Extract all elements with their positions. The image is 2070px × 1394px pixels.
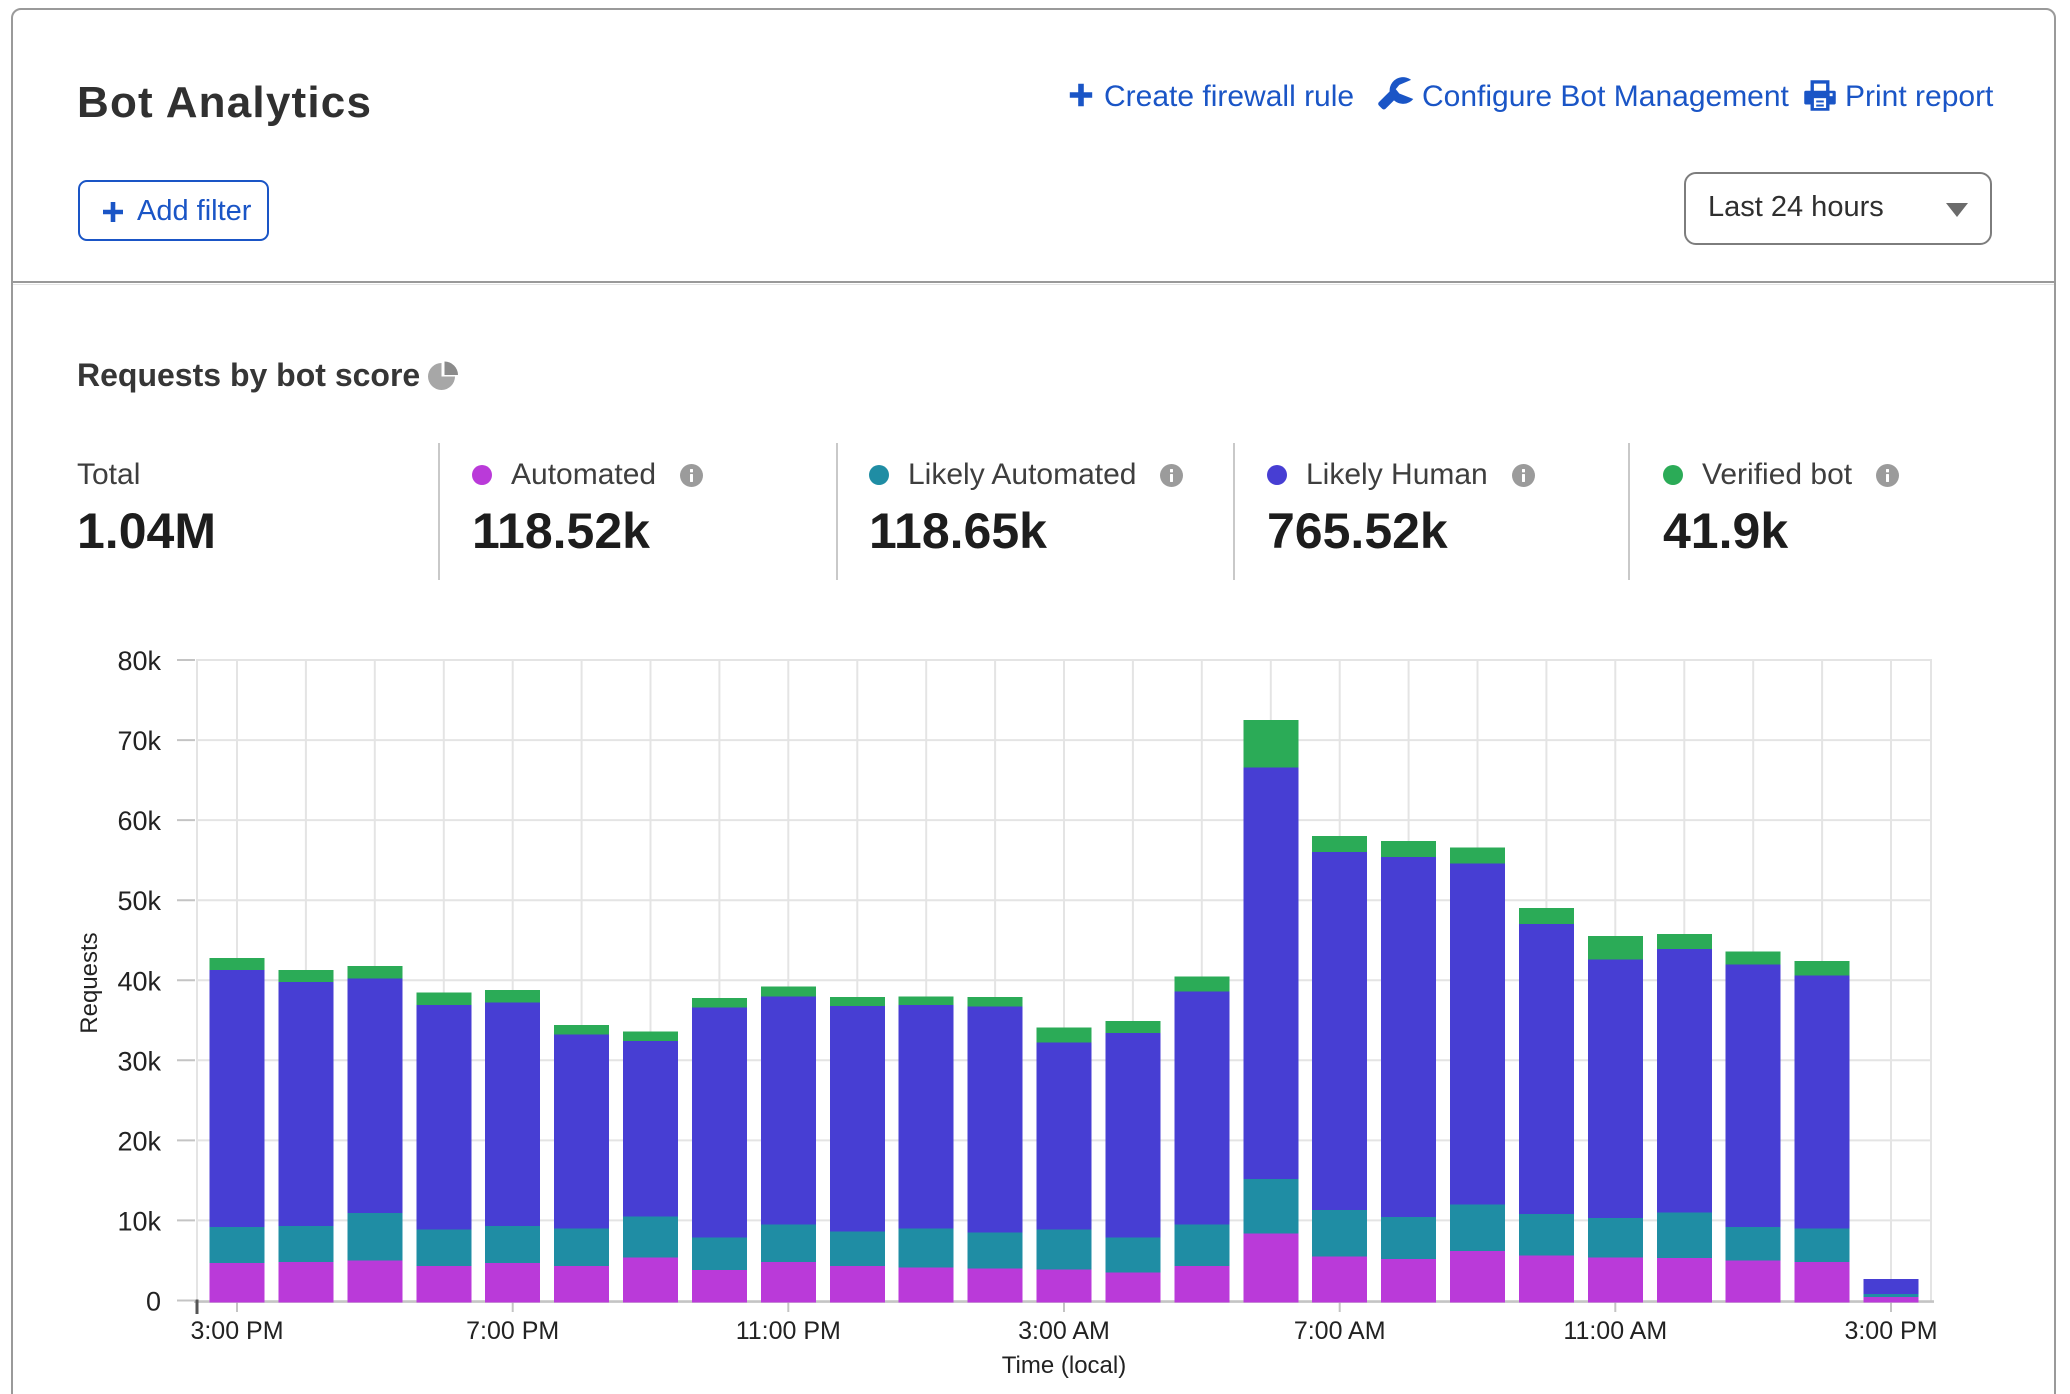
- svg-text:7:00 PM: 7:00 PM: [466, 1317, 559, 1345]
- svg-text:60k: 60k: [117, 806, 161, 836]
- svg-text:80k: 80k: [117, 646, 161, 676]
- svg-text:10k: 10k: [117, 1206, 161, 1236]
- svg-text:Time (local): Time (local): [1002, 1352, 1126, 1379]
- svg-text:3:00 PM: 3:00 PM: [1844, 1317, 1937, 1345]
- svg-text:50k: 50k: [117, 886, 161, 916]
- svg-text:11:00 PM: 11:00 PM: [736, 1317, 841, 1345]
- svg-text:70k: 70k: [117, 726, 161, 756]
- svg-text:0: 0: [146, 1287, 161, 1317]
- svg-text:3:00 AM: 3:00 AM: [1018, 1317, 1110, 1345]
- svg-text:3:00 PM: 3:00 PM: [190, 1317, 283, 1345]
- svg-text:30k: 30k: [117, 1046, 161, 1076]
- svg-text:20k: 20k: [117, 1126, 161, 1156]
- svg-text:11:00 AM: 11:00 AM: [1563, 1317, 1667, 1345]
- svg-text:40k: 40k: [117, 966, 161, 996]
- svg-text:Requests: Requests: [76, 932, 103, 1033]
- svg-text:7:00 AM: 7:00 AM: [1294, 1317, 1386, 1345]
